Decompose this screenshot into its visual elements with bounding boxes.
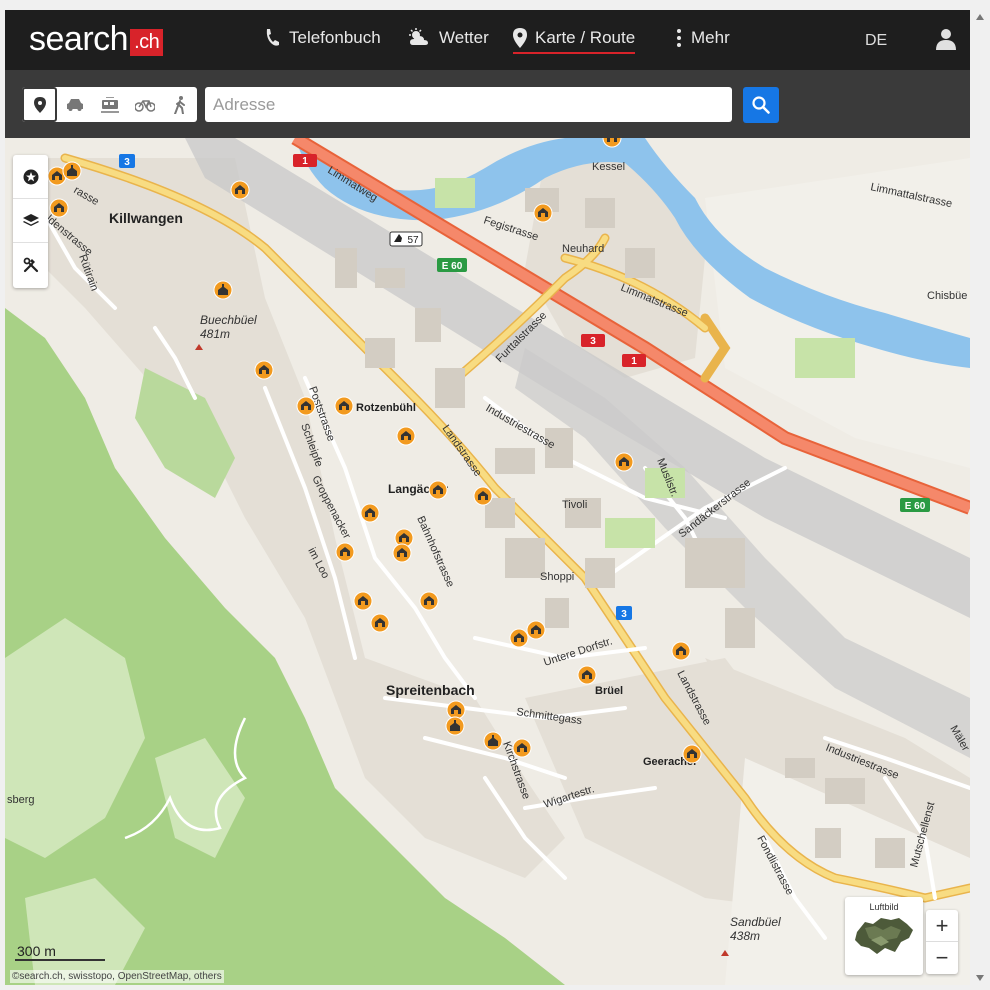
logo-suffix: .ch bbox=[130, 29, 164, 56]
shield-r1: 1 bbox=[293, 154, 317, 167]
svg-text:3: 3 bbox=[621, 609, 627, 620]
svg-text:E 60: E 60 bbox=[905, 501, 926, 512]
label-spreitenbach: Spreitenbach bbox=[386, 682, 475, 698]
walk-icon bbox=[173, 95, 185, 114]
shield-exit: 57 bbox=[389, 231, 423, 247]
star-icon bbox=[23, 169, 38, 184]
peak-sandbuel-name: Sandbüel bbox=[730, 915, 781, 929]
nav-karte-route-label: Karte / Route bbox=[535, 28, 636, 47]
user-account-button[interactable] bbox=[935, 28, 957, 55]
svg-text:1: 1 bbox=[302, 156, 308, 167]
nav-telefonbuch[interactable]: Telefonbuch bbox=[263, 28, 381, 48]
label-killwangen: Killwangen bbox=[109, 210, 183, 226]
map-pin-icon bbox=[513, 28, 527, 48]
map-tool-panel bbox=[13, 155, 48, 288]
search-icon bbox=[752, 96, 770, 114]
scroll-down-arrow-icon[interactable] bbox=[976, 975, 984, 981]
favorites-button[interactable] bbox=[13, 155, 48, 199]
scale-bar: 300 m bbox=[15, 943, 105, 961]
shield-r3c: 3 bbox=[616, 606, 632, 620]
label-chisbuel: Chisbüe bbox=[927, 290, 967, 302]
mode-walk[interactable] bbox=[162, 87, 197, 122]
label-rotzenbuehl: Rotzenbühl bbox=[356, 402, 416, 414]
transport-mode-selector bbox=[22, 87, 197, 122]
zoom-out-button[interactable]: − bbox=[926, 942, 958, 974]
aerial-view-label: Luftbild bbox=[869, 902, 899, 912]
phone-icon bbox=[266, 29, 279, 46]
nav-telefonbuch-label: Telefonbuch bbox=[289, 28, 381, 47]
mode-location[interactable] bbox=[22, 87, 57, 122]
svg-text:57: 57 bbox=[407, 235, 419, 246]
search-ch-logo[interactable]: search .ch bbox=[29, 20, 164, 59]
svg-text:3: 3 bbox=[590, 336, 596, 347]
svg-text:1: 1 bbox=[631, 356, 637, 367]
mode-car[interactable] bbox=[57, 87, 92, 122]
label-tivoli: Tivoli bbox=[562, 499, 587, 511]
label-kessel: Kessel bbox=[592, 161, 625, 173]
train-icon bbox=[100, 96, 119, 113]
logo-text: search bbox=[29, 20, 129, 58]
browser-viewport: search .ch Telefonbuch Wetter Karte / Rou… bbox=[5, 10, 970, 985]
nav-wetter-label: Wetter bbox=[439, 28, 489, 47]
map-attribution[interactable]: ©search.ch, swisstopo, OpenStreetMap, ot… bbox=[10, 970, 224, 983]
route-search-bar bbox=[5, 70, 970, 138]
nav-mehr[interactable]: Mehr bbox=[675, 28, 730, 48]
bicycle-icon bbox=[134, 99, 155, 112]
zoom-in-button[interactable]: + bbox=[926, 910, 958, 942]
svg-text:3: 3 bbox=[124, 157, 130, 168]
peak-sandbuel-alt: 438m bbox=[730, 929, 760, 943]
tools-icon bbox=[23, 257, 38, 273]
language-selector[interactable]: DE bbox=[865, 32, 887, 50]
switzerland-aerial-thumbnail-icon bbox=[855, 918, 913, 954]
zoom-controls: + − bbox=[926, 910, 958, 974]
search-button[interactable] bbox=[743, 87, 779, 123]
weather-icon bbox=[409, 28, 428, 45]
mode-bicycle[interactable] bbox=[127, 87, 162, 122]
label-brueel: Brüel bbox=[595, 685, 623, 697]
nav-wetter[interactable]: Wetter bbox=[407, 28, 489, 48]
shield-r3b: 3 bbox=[581, 334, 605, 347]
map-pin-icon bbox=[33, 96, 46, 113]
label-shoppi: Shoppi bbox=[540, 571, 574, 583]
scroll-up-arrow-icon[interactable] bbox=[976, 14, 984, 20]
nav-karte-route[interactable]: Karte / Route bbox=[513, 28, 636, 54]
layers-button[interactable] bbox=[13, 199, 48, 243]
map-svg: 1 1 3 3 3 E 60 E 60 57 Buechbüel 481m Sa… bbox=[5, 138, 970, 985]
layers-icon bbox=[22, 213, 39, 226]
tools-button[interactable] bbox=[13, 243, 48, 287]
label-berg: sberg bbox=[7, 794, 35, 806]
mode-train[interactable] bbox=[92, 87, 127, 122]
label-neuhard: Neuhard bbox=[562, 243, 604, 255]
aerial-view-toggle[interactable]: Luftbild bbox=[845, 897, 923, 975]
more-vertical-icon bbox=[677, 29, 681, 47]
user-icon bbox=[936, 29, 956, 50]
peak-buechbuel-name: Buechbüel bbox=[200, 313, 257, 327]
shield-r1b: 1 bbox=[622, 354, 646, 367]
svg-text:E 60: E 60 bbox=[442, 261, 463, 272]
shield-r3: 3 bbox=[119, 154, 135, 168]
shield-e60b: E 60 bbox=[900, 498, 930, 512]
car-icon bbox=[66, 98, 83, 111]
peak-buechbuel-alt: 481m bbox=[200, 327, 230, 341]
page-scrollbar[interactable] bbox=[972, 10, 988, 985]
top-navigation-bar: search .ch Telefonbuch Wetter Karte / Rou… bbox=[5, 10, 970, 70]
map-canvas[interactable]: 1 1 3 3 3 E 60 E 60 57 Buechbüel 481m Sa… bbox=[5, 138, 970, 985]
shield-e60: E 60 bbox=[437, 258, 467, 272]
address-input[interactable] bbox=[205, 87, 732, 122]
nav-mehr-label: Mehr bbox=[691, 28, 730, 47]
